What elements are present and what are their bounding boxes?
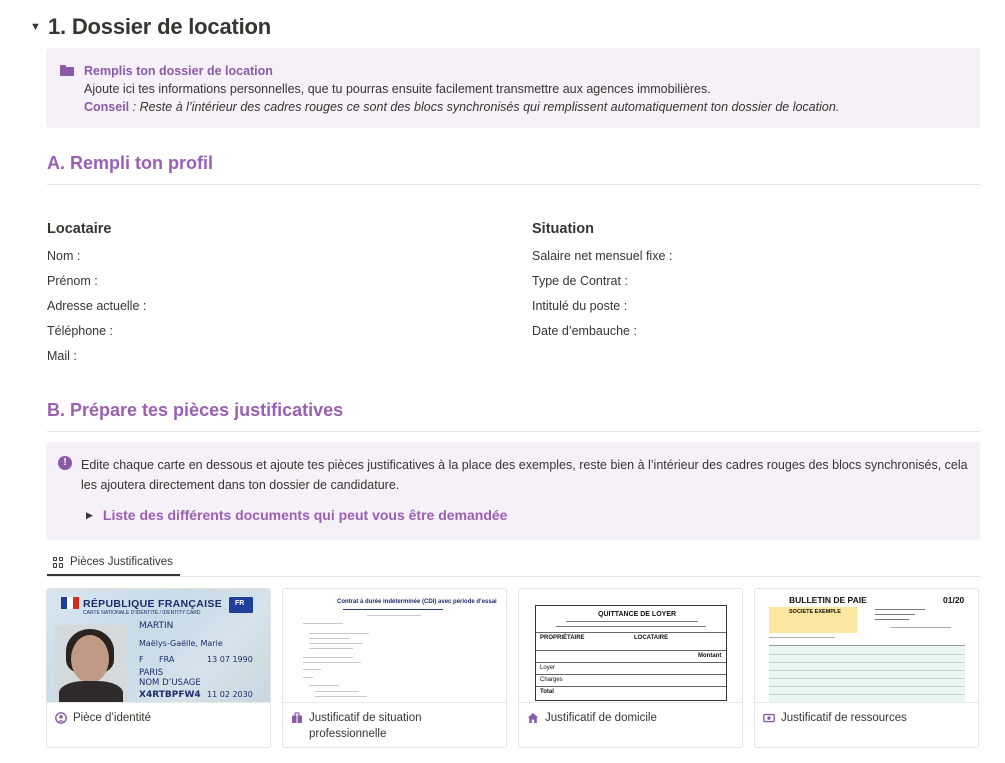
exclamation-icon: !	[58, 456, 72, 470]
id-country: RÉPUBLIQUE FRANÇAISE	[83, 598, 223, 610]
quittance-owner: PROPRIÉTAIRE	[540, 635, 585, 641]
id-given-names: Maëlys-Gaëlle, Marie	[139, 639, 223, 648]
folder-icon	[60, 65, 74, 76]
quittance-tenant: LOCATAIRE	[634, 635, 669, 641]
eu-flag-icon	[229, 597, 253, 613]
section-a-divider	[47, 184, 980, 185]
situation-title: Situation	[532, 221, 595, 237]
field-contrat[interactable]: Type de Contrat :	[532, 274, 628, 288]
documents-callout-text: Edite chaque carte en dessous et ajoute …	[81, 458, 968, 492]
section-b-divider	[47, 431, 980, 432]
quittance-rent: Loyer	[540, 665, 556, 671]
id-birth-place: PARIS	[139, 668, 164, 678]
tab-label: Pièces Justificatives	[70, 556, 173, 568]
tip-text: : Reste à l’intérieur des cadres rouges …	[129, 100, 840, 114]
card-title: Pièce d’identité	[55, 710, 263, 726]
section-b-title: B. Prépare tes pièces justificatives	[47, 400, 344, 420]
user-circle-icon	[55, 712, 67, 724]
field-poste[interactable]: Intitulé du poste :	[532, 299, 627, 313]
card-title-text: Justificatif de situation professionnell…	[309, 712, 422, 740]
toggle-documents-list[interactable]: ▶ Liste des différents documents qui peu…	[86, 507, 507, 523]
quittance-total: Total	[540, 689, 554, 695]
field-adresse[interactable]: Adresse actuelle :	[47, 299, 146, 313]
card-title: Justificatif de situation professionnell…	[291, 710, 499, 742]
locataire-title: Locataire	[47, 221, 112, 237]
tab-divider	[47, 576, 980, 577]
card-piece-identite[interactable]: RÉPUBLIQUE FRANÇAISE CARTE NATIONALE D’I…	[46, 588, 271, 748]
card-title-text: Justificatif de ressources	[781, 712, 907, 724]
quittance-title: QUITTANCE DE LOYER	[598, 611, 677, 618]
id-card-thumbnail: RÉPUBLIQUE FRANÇAISE CARTE NATIONALE D’I…	[47, 589, 270, 703]
id-nationality: FRA	[159, 655, 175, 664]
bulletin-title: BULLETIN DE PAIE	[789, 595, 867, 605]
contract-thumbnail: Contrat à durée indéterminée (CDI) avec …	[283, 589, 506, 703]
card-justificatif-ressources[interactable]: BULLETIN DE PAIE 01/20 SOCIETE EXEMPLE J…	[754, 588, 979, 748]
field-prenom[interactable]: Prénom :	[47, 274, 98, 288]
toggle-triangle-right-icon[interactable]: ▶	[86, 510, 93, 521]
documents-callout: ! Edite chaque carte en dessous et ajout…	[46, 442, 980, 540]
toggle-dossier[interactable]: ▼ 1. Dossier de location	[30, 14, 271, 40]
field-telephone[interactable]: Téléphone :	[47, 324, 113, 338]
field-nom[interactable]: Nom :	[47, 249, 80, 263]
callout-line: Ajoute ici tes informations personnelles…	[84, 82, 711, 96]
field-embauche[interactable]: Date d’embauche :	[532, 324, 637, 338]
id-photo	[55, 625, 127, 702]
field-salaire[interactable]: Salaire net mensuel fixe :	[532, 249, 672, 263]
page-heading: 1. Dossier de location	[48, 14, 272, 39]
quittance-thumbnail: QUITTANCE DE LOYER PROPRIÉTAIRE LOCATAIR…	[519, 589, 742, 703]
id-doc-number: X4RTBPFW4	[139, 690, 201, 700]
briefcase-icon	[292, 712, 302, 723]
contract-title: Contrat à durée indéterminée (CDI) avec …	[337, 599, 497, 605]
bulletin-period: 01/20	[943, 595, 965, 605]
tab-pieces-justificatives[interactable]: Pièces Justificatives	[47, 548, 179, 576]
section-a-title: A. Rempli ton profil	[47, 153, 213, 173]
intro-callout: Remplis ton dossier de location Ajoute i…	[46, 48, 980, 128]
id-expiry: 11 02 2030	[207, 690, 253, 699]
documents-list-label[interactable]: Liste des différents documents qui peut …	[103, 507, 508, 523]
home-icon	[527, 713, 539, 723]
card-situation-professionnelle[interactable]: Contrat à durée indéterminée (CDI) avec …	[282, 588, 507, 748]
card-title: Justificatif de domicile	[527, 710, 735, 726]
quittance-amount-label: Montant	[698, 653, 722, 659]
card-title-text: Pièce d’identité	[73, 712, 151, 724]
french-flag-icon	[61, 597, 79, 609]
bulletin-company: SOCIETE EXEMPLE	[789, 609, 841, 615]
tip-label: Conseil	[84, 100, 130, 114]
id-sex: F	[139, 655, 144, 664]
toggle-triangle-icon[interactable]: ▼	[30, 21, 41, 33]
id-birth-date: 13 07 1990	[207, 655, 253, 664]
bulletin-thumbnail: BULLETIN DE PAIE 01/20 SOCIETE EXEMPLE	[755, 589, 978, 703]
money-icon	[763, 713, 775, 723]
quittance-charges: Charges	[540, 677, 563, 683]
id-surname: MARTIN	[139, 621, 174, 631]
id-subtitle: CARTE NATIONALE D’IDENTITÉ / IDENTITY CA…	[83, 610, 201, 616]
callout-title: Remplis ton dossier de location	[84, 64, 273, 78]
card-justificatif-domicile[interactable]: QUITTANCE DE LOYER PROPRIÉTAIRE LOCATAIR…	[518, 588, 743, 748]
id-usage-name: NOM D’USAGE	[139, 678, 201, 688]
card-title-text: Justificatif de domicile	[545, 712, 657, 724]
field-mail[interactable]: Mail :	[47, 349, 77, 363]
gallery-grid-icon	[53, 556, 64, 568]
card-title: Justificatif de ressources	[763, 710, 971, 726]
